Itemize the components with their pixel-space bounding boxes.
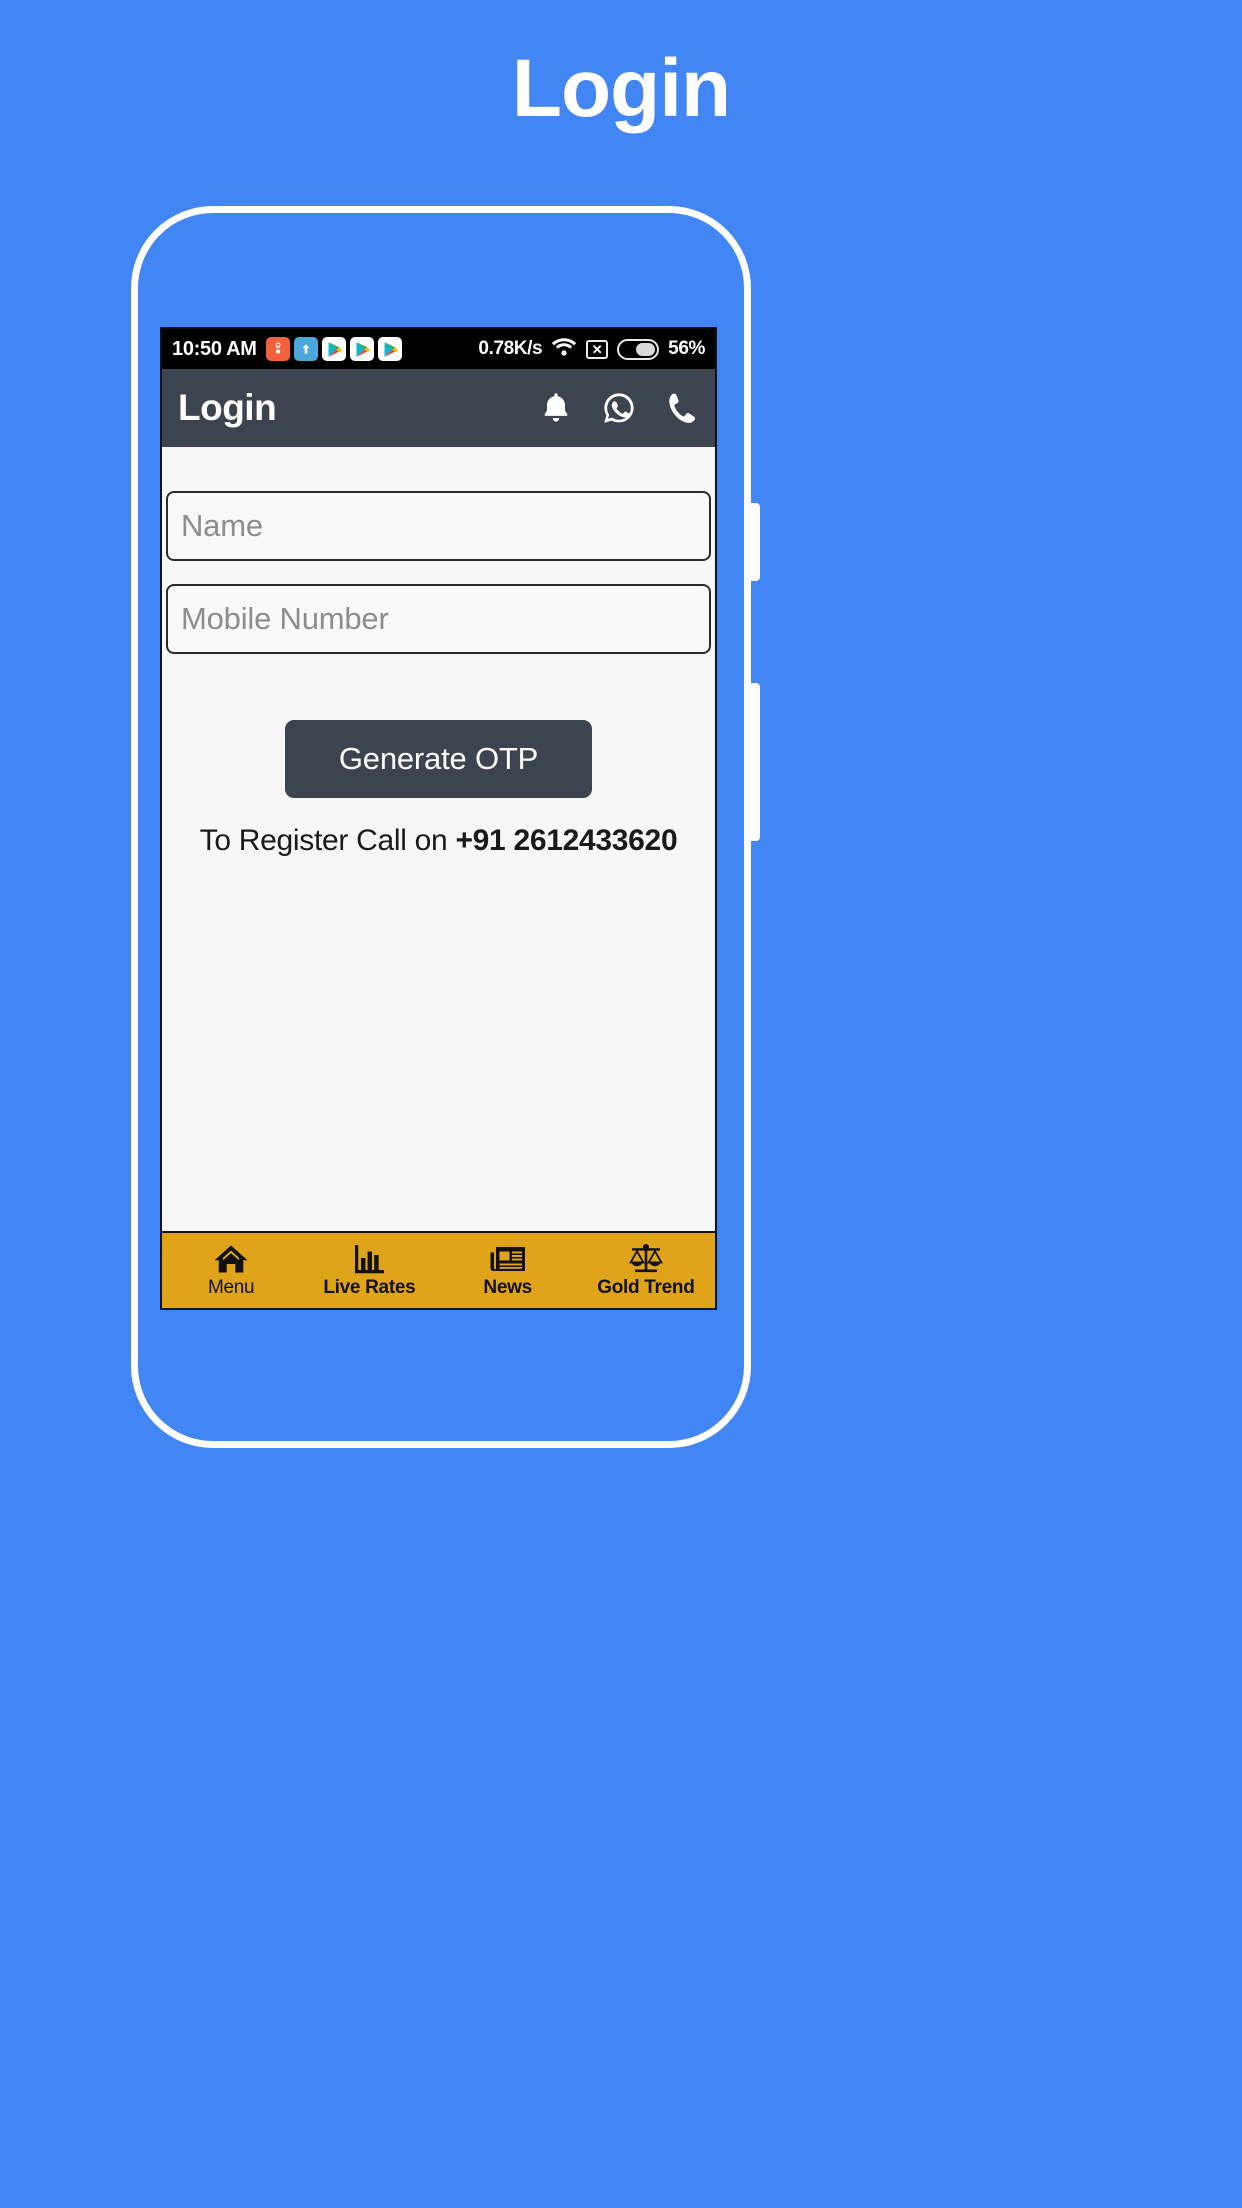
nav-label-menu: Menu	[207, 1276, 255, 1298]
play-store-icon	[349, 337, 374, 361]
app-bar: Login	[162, 369, 715, 447]
battery-percent-text: 56%	[668, 338, 705, 359]
volume-button[interactable]	[750, 503, 760, 581]
mobile-number-input[interactable]: Mobile Number	[166, 584, 711, 654]
notification-bell-icon[interactable]	[539, 390, 573, 426]
nav-item-news[interactable]: News	[439, 1233, 577, 1308]
sim-disabled-icon: ✕	[586, 339, 609, 359]
register-call-text: To Register Call on +91 2612433620	[164, 824, 713, 858]
bottom-navigation-bar: Menu Live Rates News Gold Trend	[162, 1231, 715, 1308]
app-bar-title: Login	[178, 387, 277, 428]
home-icon	[213, 1243, 249, 1275]
wifi-icon	[551, 337, 577, 362]
mobile-number-input-placeholder: Mobile Number	[181, 601, 389, 636]
generate-otp-row: Generate OTP	[164, 720, 713, 798]
login-form-area: Name Mobile Number Generate OTP To Regis…	[162, 447, 715, 1231]
battery-icon	[617, 338, 660, 360]
phone-call-icon[interactable]	[665, 390, 699, 426]
status-time: 10:50 AM	[172, 337, 257, 360]
whatsapp-icon[interactable]	[601, 390, 637, 426]
play-store-icon	[377, 337, 402, 361]
status-right-cluster: 0.78K/s ✕ 56%	[478, 337, 705, 362]
form-filler	[164, 858, 713, 1231]
device-screen: 10:50 AM 0.78K/s ✕ 56% Login Name Mobile…	[160, 327, 717, 1310]
name-input-placeholder: Name	[181, 508, 263, 543]
generate-otp-button[interactable]: Generate OTP	[285, 720, 592, 798]
power-button[interactable]	[750, 683, 760, 841]
status-bar: 10:50 AM 0.78K/s ✕ 56%	[162, 329, 715, 369]
nav-label-live-rates: Live Rates	[323, 1276, 416, 1298]
nav-item-menu[interactable]: Menu	[162, 1233, 300, 1308]
nav-item-live-rates[interactable]: Live Rates	[300, 1233, 438, 1308]
play-store-icon	[321, 337, 346, 361]
status-notification-icons	[265, 337, 402, 361]
form-top-spacer	[164, 447, 713, 491]
register-call-prefix: To Register Call on	[199, 824, 456, 857]
page-title: Login	[511, 43, 731, 134]
nav-label-news: News	[483, 1276, 532, 1298]
app-bar-actions	[539, 390, 699, 426]
nav-item-gold-trend[interactable]: Gold Trend	[577, 1233, 715, 1308]
upload-notification-icon	[293, 337, 318, 361]
register-phone-number[interactable]: +91 2612433620	[455, 824, 677, 857]
balance-scales-icon	[626, 1243, 666, 1275]
name-input[interactable]: Name	[166, 491, 711, 561]
shopping-notification-icon	[265, 337, 290, 361]
newspaper-icon	[489, 1243, 527, 1275]
bar-chart-icon	[351, 1243, 387, 1275]
network-speed-text: 0.78K/s	[478, 338, 543, 359]
nav-label-gold-trend: Gold Trend	[597, 1276, 695, 1298]
